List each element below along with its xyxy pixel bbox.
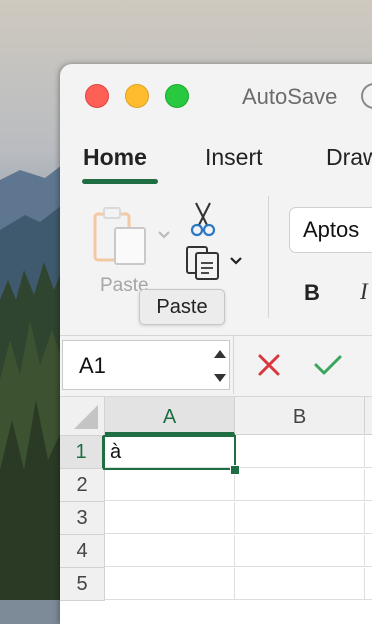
enter-checkmark-icon[interactable] xyxy=(313,353,343,377)
window-minimize-button[interactable] xyxy=(125,84,149,108)
excel-window: AutoSave Home Insert Draw Paste Aptos B … xyxy=(60,64,372,624)
tab-insert[interactable]: Insert xyxy=(205,144,263,171)
copy-icon[interactable] xyxy=(185,245,221,281)
column-header-b[interactable]: B xyxy=(235,397,365,435)
column-header-c-partial[interactable] xyxy=(365,397,372,435)
row-header-4[interactable]: 4 xyxy=(60,535,105,568)
tab-draw[interactable]: Draw xyxy=(326,144,372,171)
cell-a5[interactable] xyxy=(105,568,235,600)
name-box[interactable]: A1 xyxy=(62,340,230,390)
cell-c3[interactable] xyxy=(365,502,372,534)
bold-button[interactable]: B xyxy=(304,280,320,306)
cell-c2[interactable] xyxy=(365,469,372,501)
cell-a2[interactable] xyxy=(105,469,235,501)
autosave-label: AutoSave xyxy=(242,84,338,109)
row-header-5[interactable]: 5 xyxy=(60,568,105,601)
cancel-x-icon[interactable] xyxy=(257,353,281,377)
cell-c1[interactable] xyxy=(365,436,372,468)
cell-a1[interactable]: à xyxy=(105,436,235,468)
cell-b1[interactable] xyxy=(235,436,365,468)
row-header-2[interactable]: 2 xyxy=(60,469,105,502)
formula-bar: A1 xyxy=(60,335,372,397)
font-name-dropdown[interactable]: Aptos xyxy=(289,207,372,253)
name-box-value: A1 xyxy=(79,353,106,378)
window-close-button[interactable] xyxy=(85,84,109,108)
fill-handle[interactable] xyxy=(230,465,240,475)
formula-bar-divider xyxy=(233,336,234,394)
font-name-value: Aptos xyxy=(303,217,360,242)
tab-home[interactable]: Home xyxy=(83,144,147,171)
spreadsheet-grid: A B 1 2 3 4 5 à xyxy=(60,397,372,624)
copy-chevron-down-icon[interactable] xyxy=(229,256,243,266)
select-all-triangle-icon xyxy=(74,405,98,429)
autosave-toggle[interactable] xyxy=(361,83,372,109)
select-all-corner[interactable] xyxy=(60,397,105,436)
cell-a3[interactable] xyxy=(105,502,235,534)
cell-c4[interactable] xyxy=(365,535,372,567)
cell-b3[interactable] xyxy=(235,502,365,534)
window-maximize-button[interactable] xyxy=(165,84,189,108)
column-header-a[interactable]: A xyxy=(105,397,235,435)
cell-b2[interactable] xyxy=(235,469,365,501)
active-tab-indicator xyxy=(82,179,158,184)
paste-tooltip: Paste xyxy=(139,289,225,325)
cell-c5[interactable] xyxy=(365,568,372,600)
cut-scissors-icon[interactable] xyxy=(190,201,216,237)
paste-icon[interactable] xyxy=(93,206,151,268)
italic-button[interactable]: I xyxy=(360,279,368,305)
cell-b4[interactable] xyxy=(235,535,365,567)
row-header-3[interactable]: 3 xyxy=(60,502,105,535)
row-header-1[interactable]: 1 xyxy=(60,436,105,469)
cell-b5[interactable] xyxy=(235,568,365,600)
name-box-stepper-icon[interactable] xyxy=(213,347,227,385)
cell-a4[interactable] xyxy=(105,535,235,567)
ribbon-divider xyxy=(268,196,269,318)
paste-chevron-down-icon[interactable] xyxy=(157,230,171,240)
